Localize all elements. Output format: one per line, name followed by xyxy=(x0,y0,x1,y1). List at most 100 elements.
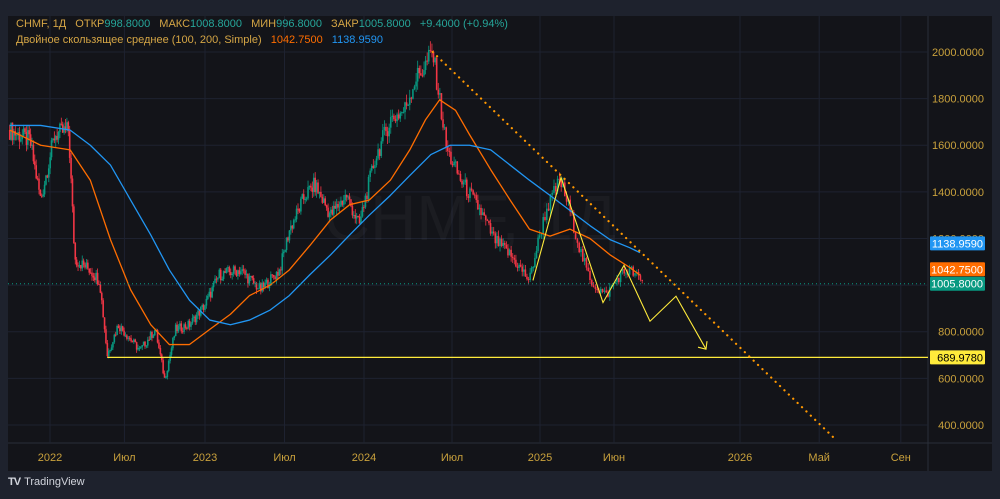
price-chart[interactable]: CHMF, 1Д 400.0000600.0000800.00001000.00… xyxy=(0,0,1000,499)
candle-body xyxy=(639,275,642,280)
candle-body xyxy=(413,86,416,90)
candle-body xyxy=(594,287,597,289)
candle-body xyxy=(113,334,116,343)
candle-body xyxy=(532,267,535,269)
candle-body xyxy=(28,130,31,135)
candle-body xyxy=(77,265,79,267)
candle-body xyxy=(22,128,25,136)
candle-body xyxy=(477,200,479,210)
candle-body xyxy=(369,170,371,177)
open-label: ОТКР xyxy=(75,18,105,30)
candle-body xyxy=(201,305,204,308)
candle-body xyxy=(241,269,244,272)
level-badge: 689.9780 xyxy=(937,352,983,364)
time-tick-label: Сен xyxy=(891,452,911,464)
candle-body xyxy=(322,198,325,203)
candle-body xyxy=(27,130,29,145)
candle-body xyxy=(486,219,489,221)
candle-body xyxy=(126,335,128,339)
candle-body xyxy=(388,127,390,137)
candle-body xyxy=(116,325,118,335)
candle-body xyxy=(239,271,242,275)
candle-body xyxy=(538,235,541,238)
symbol-label[interactable]: CHMF, 1Д xyxy=(16,18,66,30)
candle-body xyxy=(311,187,314,192)
candle-body xyxy=(399,112,402,119)
candle-body xyxy=(625,273,627,275)
candle-body xyxy=(343,200,345,205)
candle-body xyxy=(191,317,194,324)
candle-body xyxy=(305,198,308,200)
candle-body xyxy=(56,135,58,140)
candle-body xyxy=(363,207,365,209)
indicator-row[interactable]: Двойное скользящее среднее (100, 200, Si… xyxy=(16,32,508,48)
candle-body xyxy=(396,114,398,122)
candle-body xyxy=(181,331,184,333)
candle-body xyxy=(318,191,321,194)
candle-body xyxy=(504,243,506,245)
candle-body xyxy=(351,206,354,216)
candle-body xyxy=(66,122,68,130)
candle-body xyxy=(415,81,417,87)
candle-body xyxy=(133,339,135,343)
candle-body xyxy=(244,270,246,275)
change-value: +9.4000 (+0.94%) xyxy=(419,18,508,30)
candle-body xyxy=(623,269,625,274)
candle-body xyxy=(137,347,139,350)
time-tick-label: 2023 xyxy=(193,452,217,464)
candle-body xyxy=(87,262,89,269)
candle-body xyxy=(475,195,478,201)
candle-body xyxy=(423,70,425,76)
candle-body xyxy=(521,266,524,272)
candle-body xyxy=(294,219,296,221)
candle-body xyxy=(15,134,18,136)
candle-body xyxy=(127,337,130,339)
candle-body xyxy=(524,269,527,277)
candle-body xyxy=(337,204,339,208)
time-tick-label: 2026 xyxy=(728,452,752,464)
candle-body xyxy=(272,275,275,277)
candle-body xyxy=(170,348,173,355)
candle-body xyxy=(300,198,302,212)
candle-body xyxy=(402,112,405,114)
candle-body xyxy=(297,208,299,210)
candle-body xyxy=(288,230,291,241)
candle-body xyxy=(112,342,114,348)
candle-body xyxy=(462,182,465,185)
candle-body xyxy=(292,220,295,229)
candle-body xyxy=(140,346,142,348)
candle-body xyxy=(502,243,505,246)
candle-body xyxy=(320,191,322,197)
time-tick-label: Июн xyxy=(603,452,625,464)
brand-name[interactable]: TradingView xyxy=(24,476,85,488)
candle-body xyxy=(542,217,544,235)
ma-fast-badge: 1042.7500 xyxy=(931,264,983,276)
time-tick-label: Июл xyxy=(273,452,295,464)
candle-body xyxy=(453,161,455,166)
candle-body xyxy=(511,256,514,258)
candle-body xyxy=(8,130,11,140)
candle-body xyxy=(173,336,176,338)
candle-body xyxy=(100,292,103,301)
indicator-name: Двойное скользящее среднее (100, 200, Si… xyxy=(16,34,262,46)
time-tick-label: Май xyxy=(808,452,830,464)
candle-body xyxy=(258,283,261,289)
candle-body xyxy=(47,168,50,178)
candle-body xyxy=(105,329,107,344)
candle-body xyxy=(591,280,593,286)
candle-body xyxy=(93,277,96,281)
candle-body xyxy=(277,271,279,276)
candle-body xyxy=(478,207,481,210)
candle-body xyxy=(163,373,166,378)
candle-body xyxy=(135,342,138,350)
candle-body xyxy=(450,151,452,164)
candle-body xyxy=(38,178,40,190)
candle-body xyxy=(107,351,110,357)
candle-body xyxy=(304,199,306,201)
tradingview-logo-icon[interactable]: TV xyxy=(8,476,21,488)
candle-body xyxy=(166,370,169,378)
candle-body xyxy=(537,237,539,251)
candle-body xyxy=(231,273,233,276)
high-value: 1008.8000 xyxy=(190,18,243,30)
candle-body xyxy=(330,209,332,214)
